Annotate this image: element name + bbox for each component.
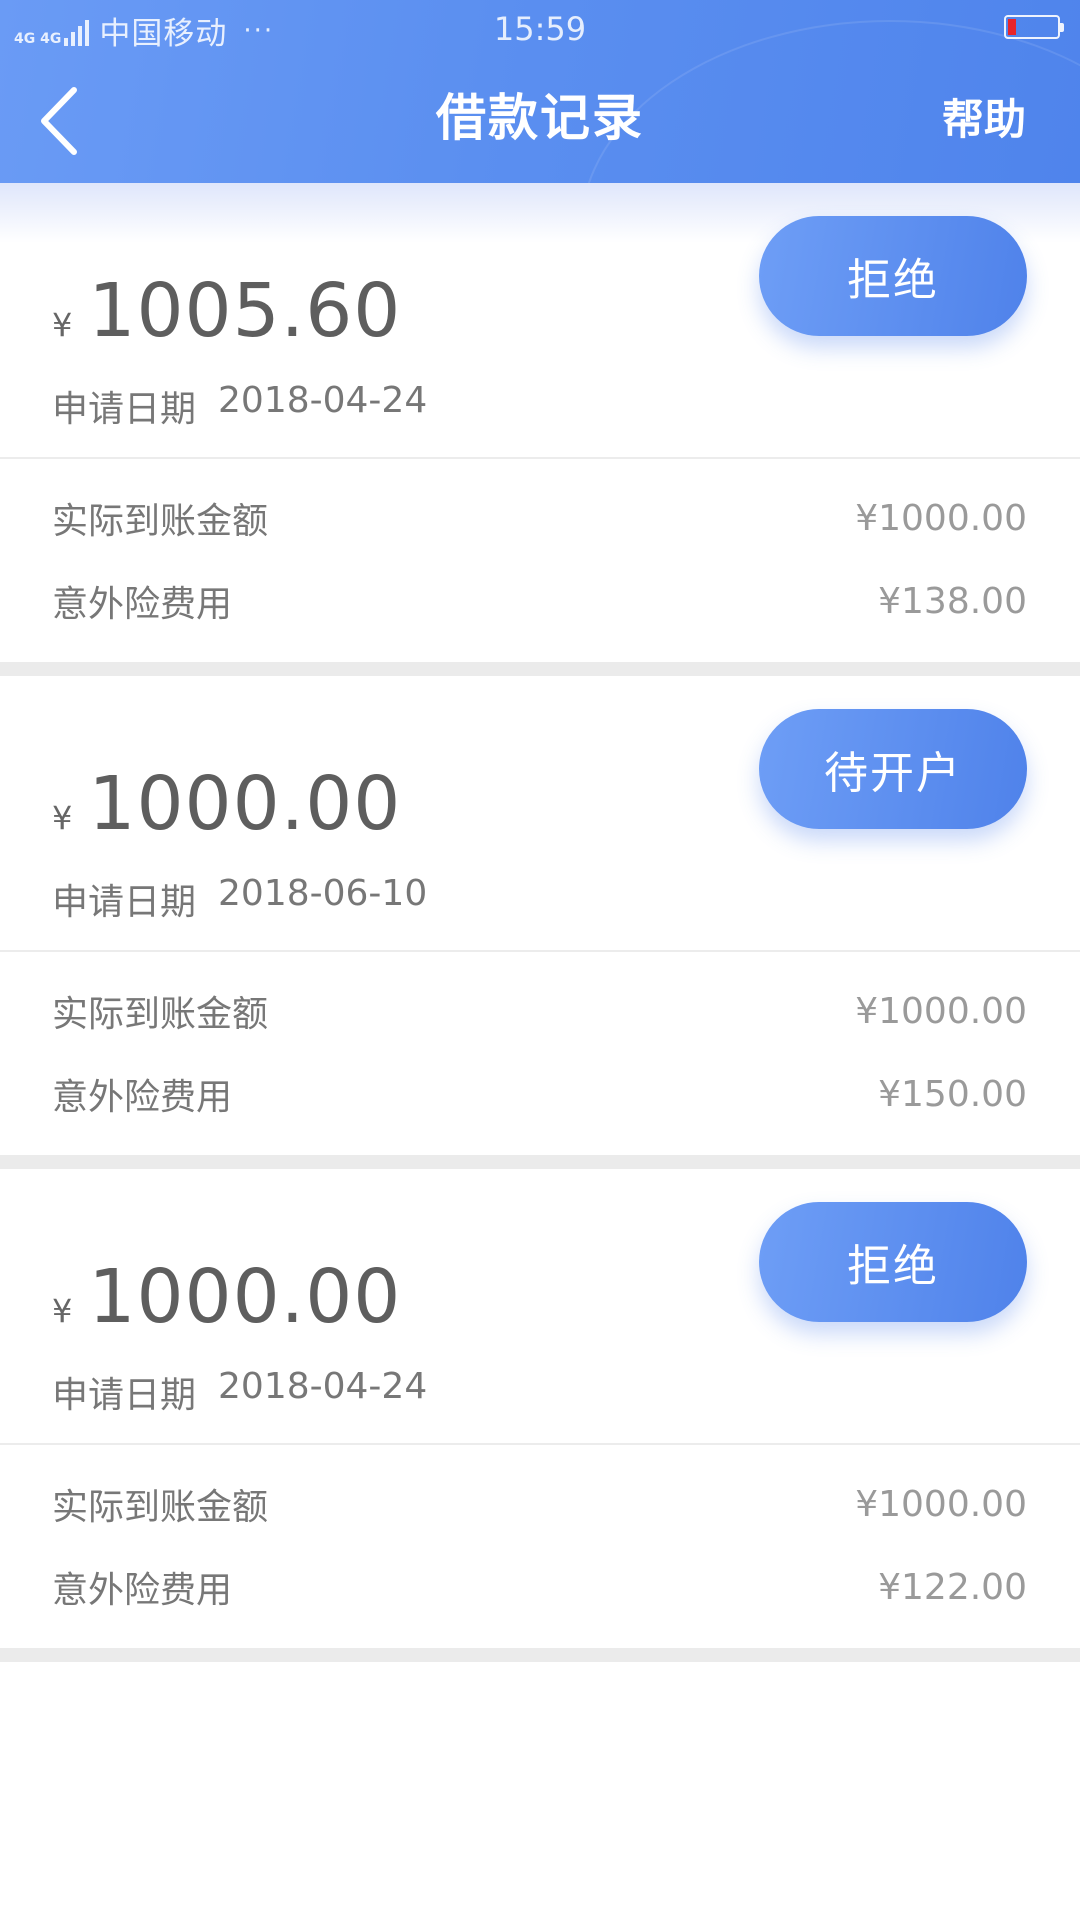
currency-symbol: ¥	[52, 306, 73, 344]
actual-amount-label: 实际到账金额	[52, 994, 269, 1035]
apply-date-row: 申请日期 2018-04-24	[52, 380, 427, 432]
insurance-fee-label: 意外险费用	[52, 584, 233, 625]
insurance-fee-row: 意外险费用 ¥138.00	[52, 576, 1027, 626]
loan-record-card: ¥ 1005.60 申请日期 2018-04-24 拒绝 实际到账金额 ¥100…	[0, 183, 1080, 676]
currency-symbol: ¥	[52, 799, 73, 837]
loan-amount-row: ¥ 1005.60	[52, 268, 401, 354]
actual-amount-label: 实际到账金额	[52, 1487, 269, 1528]
actual-amount-value: ¥1000.00	[855, 990, 1027, 1032]
insurance-fee-label: 意外险费用	[52, 1077, 233, 1118]
insurance-fee-value: ¥150.00	[878, 1073, 1027, 1115]
header-bar: 4G 4G 中国移动 ··· 15:59 借款记录 帮助	[0, 0, 1080, 183]
battery-level	[1008, 19, 1016, 35]
actual-amount-value: ¥1000.00	[855, 1483, 1027, 1525]
status-button[interactable]: 拒绝	[759, 1202, 1027, 1322]
card-summary: ¥ 1000.00 申请日期 2018-04-24 拒绝	[0, 1169, 1080, 1445]
insurance-fee-row: 意外险费用 ¥122.00	[52, 1562, 1027, 1612]
actual-amount-label: 实际到账金额	[52, 501, 269, 542]
loan-record-card: ¥ 1000.00 申请日期 2018-06-10 待开户 实际到账金额 ¥10…	[0, 676, 1080, 1169]
loan-amount-row: ¥ 1000.00	[52, 761, 401, 847]
status-button[interactable]: 拒绝	[759, 216, 1027, 336]
apply-date: 2018-04-24	[218, 1366, 428, 1407]
battery-icon	[1004, 15, 1064, 39]
apply-date-label: 申请日期	[52, 882, 197, 923]
card-summary: ¥ 1005.60 申请日期 2018-04-24 拒绝	[0, 183, 1080, 459]
actual-amount-row: 实际到账金额 ¥1000.00	[52, 1479, 1027, 1529]
nav-bar: 借款记录 帮助	[0, 58, 1080, 183]
status-bar: 4G 4G 中国移动 ··· 15:59	[0, 0, 1080, 58]
apply-date: 2018-04-24	[218, 380, 428, 421]
card-summary: ¥ 1000.00 申请日期 2018-06-10 待开户	[0, 676, 1080, 952]
status-button[interactable]: 待开户	[759, 709, 1027, 829]
page-title: 借款记录	[436, 89, 644, 147]
currency-symbol: ¥	[52, 1292, 73, 1330]
card-divider	[0, 1648, 1080, 1662]
actual-amount-value: ¥1000.00	[855, 497, 1027, 539]
apply-date-label: 申请日期	[52, 389, 197, 430]
card-divider	[0, 1155, 1080, 1169]
card-divider	[0, 662, 1080, 676]
loan-record-list: ¥ 1005.60 申请日期 2018-04-24 拒绝 实际到账金额 ¥100…	[0, 183, 1080, 1662]
insurance-fee-value: ¥122.00	[878, 1566, 1027, 1608]
loan-amount: 1000.00	[88, 761, 402, 847]
apply-date: 2018-06-10	[218, 873, 428, 914]
insurance-fee-row: 意外险费用 ¥150.00	[52, 1069, 1027, 1119]
status-time: 15:59	[493, 10, 587, 48]
apply-date-row: 申请日期 2018-06-10	[52, 873, 427, 925]
insurance-fee-label: 意外险费用	[52, 1570, 233, 1611]
actual-amount-row: 实际到账金额 ¥1000.00	[52, 493, 1027, 543]
insurance-fee-value: ¥138.00	[878, 580, 1027, 622]
apply-date-row: 申请日期 2018-04-24	[52, 1366, 427, 1418]
loan-amount-row: ¥ 1000.00	[52, 1254, 401, 1340]
loan-record-card: ¥ 1000.00 申请日期 2018-04-24 拒绝 实际到账金额 ¥100…	[0, 1169, 1080, 1662]
apply-date-label: 申请日期	[52, 1375, 197, 1416]
loan-amount: 1000.00	[88, 1254, 402, 1340]
help-button[interactable]: 帮助	[942, 86, 1026, 147]
loan-amount: 1005.60	[88, 268, 402, 354]
actual-amount-row: 实际到账金额 ¥1000.00	[52, 986, 1027, 1036]
